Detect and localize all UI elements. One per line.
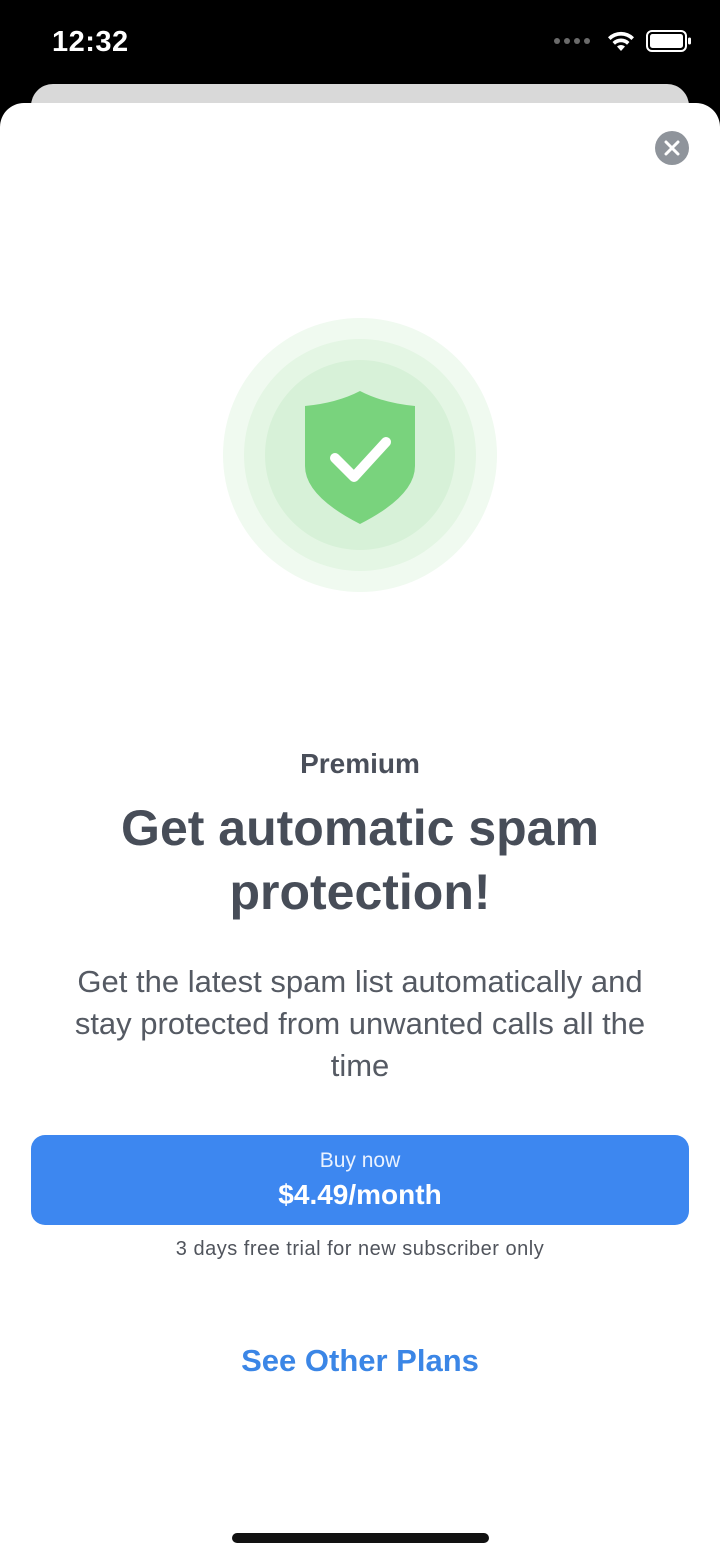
buy-now-label: Buy now [319, 1149, 401, 1172]
description-text: Get the latest spam list automatically a… [74, 964, 646, 1083]
close-button[interactable] [655, 131, 689, 165]
status-icons [554, 30, 692, 52]
cellular-icon [554, 38, 590, 44]
trial-note: 3 days free trial for new subscriber onl… [175, 1238, 545, 1260]
status-time: 12:32 [52, 26, 129, 58]
wifi-icon [608, 31, 634, 51]
buy-now-button[interactable]: Buy now $4.49/month [31, 1135, 689, 1225]
page-title: Get automatic spam protection! [121, 800, 599, 920]
status-bar: 12:32 [0, 0, 720, 88]
screen: 12:32 Premium Get automatic spam protect… [0, 0, 720, 1559]
close-icon [664, 140, 680, 156]
home-indicator[interactable] [232, 1533, 489, 1543]
shield-check-icon [223, 318, 497, 592]
price-label: $4.49/month [278, 1179, 442, 1210]
plan-kicker: Premium [300, 748, 420, 779]
battery-icon [646, 30, 691, 52]
see-other-plans-link[interactable]: See Other Plans [0, 1343, 720, 1379]
